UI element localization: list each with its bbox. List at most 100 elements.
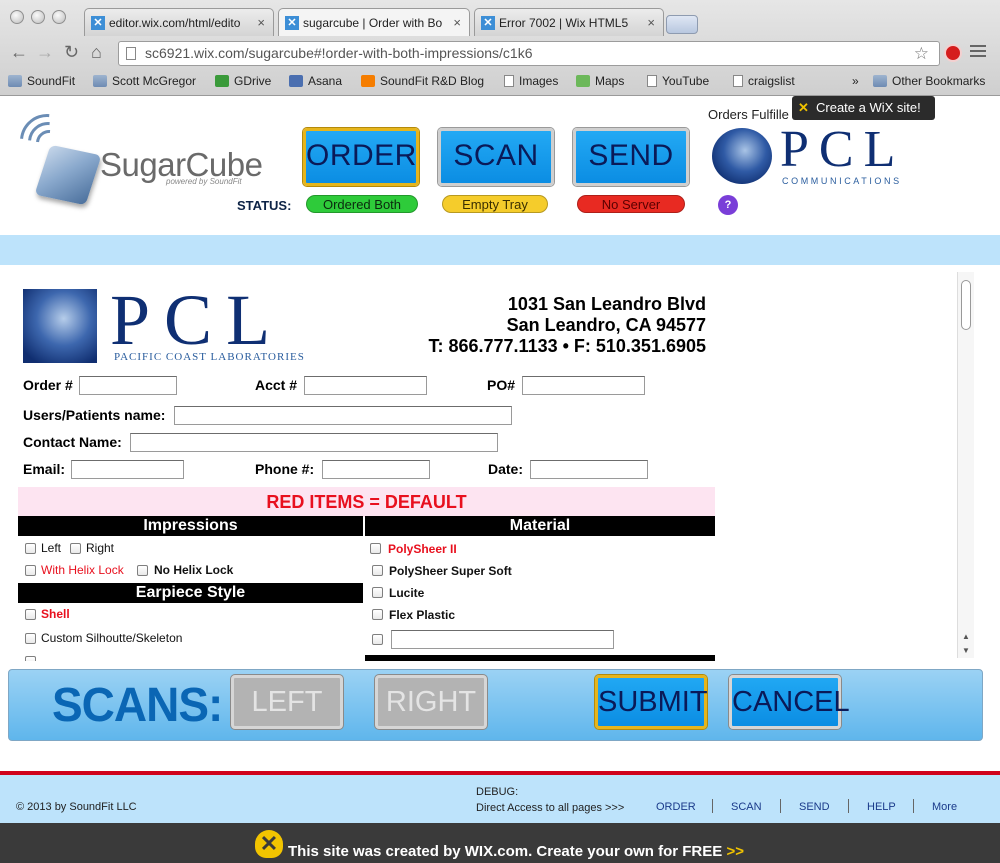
gdrive-icon [215, 75, 229, 87]
close-tab-icon[interactable]: × [647, 15, 655, 30]
date-input[interactable] [530, 460, 648, 479]
shell-checkbox[interactable] [25, 609, 36, 620]
footer-separator [712, 799, 713, 813]
bookmark-item[interactable]: YouTube [647, 74, 709, 88]
address-bar[interactable]: sc6921.wix.com/sugarcube#!order-with-bot… [118, 41, 940, 66]
pcl-lab-logo-icon [23, 289, 97, 363]
window-minimize-button[interactable] [31, 10, 45, 24]
flex-plastic-label: Flex Plastic [389, 608, 456, 622]
bookmark-item[interactable]: SoundFit [8, 74, 75, 88]
left-scan-button[interactable]: LEFT [231, 675, 343, 729]
home-icon[interactable]: ⌂ [91, 42, 102, 63]
lucite-checkbox[interactable] [372, 587, 383, 598]
order-number-input[interactable] [79, 376, 177, 395]
site-header: SugarCube powered by SoundFit ORDER SCAN… [0, 96, 1000, 234]
browser-tab[interactable]: ✕ Error 7002 | Wix HTML5 × [474, 8, 664, 36]
close-tab-icon[interactable]: × [257, 15, 265, 30]
left-checkbox[interactable] [25, 543, 36, 554]
back-arrow-icon[interactable]: ← [10, 42, 28, 63]
page-icon [504, 75, 514, 87]
bookmark-item[interactable]: Asana [289, 74, 342, 88]
left-label: Left [41, 541, 62, 555]
custom-silhouette-label: Custom Silhoutte/Skeleton [41, 631, 183, 645]
scans-toolbar: SCANS: LEFT RIGHT SUBMIT CANCEL [8, 669, 983, 741]
close-tab-icon[interactable]: × [453, 15, 461, 30]
acct-number-input[interactable] [304, 376, 427, 395]
polysheer-soft-checkbox[interactable] [372, 565, 383, 576]
bookmark-item[interactable]: GDrive [215, 74, 271, 88]
page-icon [126, 47, 136, 60]
contact-name-input[interactable] [130, 433, 498, 452]
forward-arrow-icon[interactable]: → [36, 42, 54, 63]
right-checkbox[interactable] [70, 543, 81, 554]
window-zoom-button[interactable] [52, 10, 66, 24]
reload-icon[interactable]: ↻ [64, 42, 79, 63]
impressions-header: Impressions [18, 516, 363, 536]
folder-icon [873, 75, 887, 87]
browser-tab[interactable]: ✕ editor.wix.com/html/edito × [84, 8, 274, 36]
form-scrollbar[interactable]: ▲ ▼ [957, 272, 974, 658]
earpiece-style-header: Earpiece Style [18, 583, 363, 603]
extension-icon[interactable] [944, 44, 962, 62]
phone-label: Phone #: [255, 461, 315, 477]
scan-nav-button[interactable]: SCAN [438, 128, 554, 186]
earpiece-option-checkbox[interactable] [25, 656, 36, 661]
create-wix-site-button[interactable]: ✕ Create a WiX site! [792, 96, 935, 120]
bookmark-item[interactable]: craigslist [733, 74, 795, 88]
footer-link-scan[interactable]: SCAN [731, 801, 762, 813]
helix-lock-label: With Helix Lock [41, 563, 124, 577]
polysheer-ii-checkbox[interactable] [370, 543, 381, 554]
header-divider-band [0, 235, 1000, 265]
po-number-input[interactable] [522, 376, 645, 395]
bookmark-item[interactable]: SoundFit R&D Blog [361, 74, 484, 88]
scroll-down-icon[interactable]: ▼ [962, 646, 970, 655]
right-label: Right [86, 541, 115, 555]
window-close-button[interactable] [10, 10, 24, 24]
bookmark-item[interactable]: Scott McGregor [93, 74, 196, 88]
no-helix-lock-checkbox[interactable] [137, 565, 148, 576]
order-number-label: Order # [23, 377, 73, 393]
contact-name-label: Contact Name: [23, 434, 122, 450]
right-scan-button[interactable]: RIGHT [375, 675, 487, 729]
scrollbar-thumb[interactable] [961, 280, 971, 330]
footer-link-help[interactable]: HELP [867, 801, 896, 813]
footer-separator [780, 799, 781, 813]
wix-favicon-icon: ✕ [91, 15, 105, 30]
scroll-up-icon[interactable]: ▲ [962, 632, 970, 641]
tab-label: sugarcube | Order with Bo [303, 15, 443, 30]
new-tab-button[interactable] [666, 15, 698, 34]
other-material-input[interactable] [391, 630, 614, 649]
brand-subtitle: powered by SoundFit [166, 177, 242, 186]
wix-promo-banner[interactable]: ✕ This site was created by WIX.com. Crea… [0, 823, 1000, 863]
copyright-text: © 2013 by SoundFit LLC [16, 801, 137, 813]
footer-link-order[interactable]: ORDER [656, 801, 696, 813]
bookmark-item[interactable]: Images [504, 74, 558, 88]
patients-name-label: Users/Patients name: [23, 407, 166, 423]
other-bookmarks-folder[interactable]: Other Bookmarks [873, 74, 985, 88]
email-input[interactable] [71, 460, 184, 479]
bookmark-item[interactable]: Maps [576, 74, 624, 88]
order-nav-button[interactable]: ORDER [303, 128, 419, 186]
footer-link-send[interactable]: SEND [799, 801, 830, 813]
cancel-button[interactable]: CANCEL [729, 675, 850, 729]
submit-button[interactable]: SUBMIT [595, 675, 708, 729]
bookmark-star-icon[interactable]: ☆ [914, 42, 929, 65]
other-material-checkbox[interactable] [372, 634, 383, 645]
status-label: STATUS: [237, 198, 292, 213]
more-bookmarks-chevron-icon[interactable]: » [852, 74, 859, 88]
tab-label: Error 7002 | Wix HTML5 [499, 15, 629, 30]
phone-input[interactable] [322, 460, 430, 479]
helix-lock-checkbox[interactable] [25, 565, 36, 576]
footer-link-more[interactable]: More [932, 801, 957, 813]
send-nav-button[interactable]: SEND [573, 128, 689, 186]
help-icon[interactable]: ? [718, 195, 738, 215]
custom-silhouette-checkbox[interactable] [25, 633, 36, 644]
lab-address-line1: 1031 San Leandro Blvd [507, 294, 706, 314]
browser-tab-active[interactable]: ✕ sugarcube | Order with Bo × [278, 8, 470, 36]
footer-separator [848, 799, 849, 813]
flex-plastic-checkbox[interactable] [372, 609, 383, 620]
page-icon [733, 75, 743, 87]
asana-icon [289, 75, 303, 87]
wrench-menu-icon[interactable] [970, 42, 986, 58]
patients-name-input[interactable] [174, 406, 512, 425]
